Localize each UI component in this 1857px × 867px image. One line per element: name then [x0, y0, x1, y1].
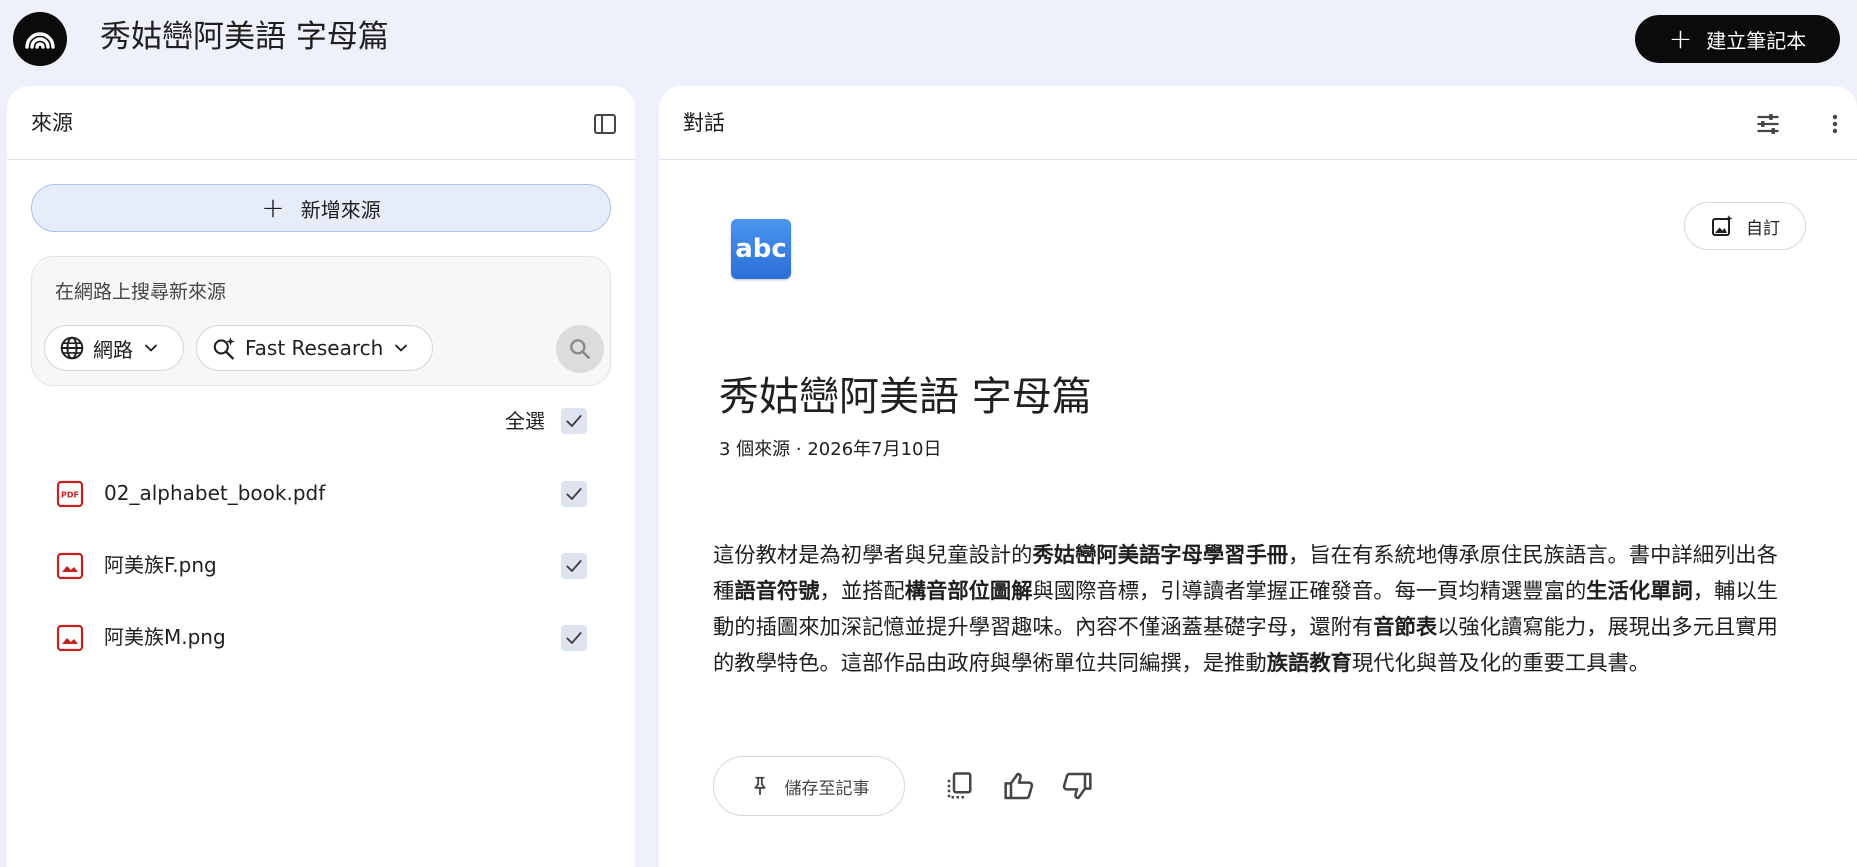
search-submit-button[interactable] — [556, 325, 604, 373]
chat-notebook-title: 秀姑巒阿美語 字母篇 — [719, 374, 1092, 420]
image-file-icon — [56, 624, 84, 656]
research-chip-label: Fast Research — [245, 336, 384, 360]
search-icon — [570, 339, 590, 359]
notebook-meta: 3 個來源 · 2026年7月10日 — [719, 439, 942, 460]
copy-icon[interactable] — [939, 766, 979, 806]
chat-panel: 對話 abc 自訂 秀姑巒阿美語 字母篇 3 個來源 · 2026年7月10日 … — [659, 86, 1857, 867]
check-icon — [566, 632, 582, 644]
summary-highlight: 音節表 — [1373, 615, 1438, 640]
search-input[interactable]: 在網路上搜尋新來源 — [55, 277, 226, 304]
save-to-note-button[interactable]: 儲存至記事 — [713, 756, 905, 816]
customize-label: 自訂 — [1746, 218, 1780, 239]
summary-highlight: 生活化單詞 — [1586, 579, 1693, 604]
summary-highlight: 族語教育 — [1266, 651, 1352, 676]
source-checkbox[interactable] — [561, 625, 587, 651]
svg-text:PDF: PDF — [61, 491, 79, 500]
chat-panel-header: 對話 — [659, 86, 1857, 160]
sources-panel-header: 來源 — [7, 86, 635, 160]
summary-text: 與國際音標，引導讀者掌握正確發音。每一頁均精選豐富的 — [1032, 579, 1587, 604]
logo-arcs-icon — [25, 32, 55, 49]
image-sparkle-icon — [1712, 215, 1733, 236]
plus-icon: + — [261, 191, 285, 224]
add-source-label: 新增來源 — [300, 197, 381, 222]
more-options-icon[interactable] — [1823, 108, 1847, 140]
source-item-1[interactable]: 阿美族F.png — [7, 536, 635, 596]
check-icon — [566, 488, 582, 500]
sources-panel-title: 來源 — [31, 111, 73, 135]
check-icon — [566, 415, 582, 427]
web-source-dropdown[interactable]: 網路 — [44, 325, 184, 371]
chevron-down-icon — [145, 344, 157, 352]
select-all-checkbox[interactable] — [561, 408, 587, 434]
notebook-title[interactable]: 秀姑巒阿美語 字母篇 — [100, 17, 389, 57]
collapse-panel-icon[interactable] — [592, 111, 618, 137]
source-name: 阿美族M.png — [104, 625, 226, 649]
chevron-down-icon — [395, 344, 408, 352]
summary-highlight: 語音符號 — [734, 579, 820, 604]
create-notebook-button[interactable]: + 建立筆記本 — [1635, 15, 1840, 63]
plus-icon: + — [1668, 22, 1693, 55]
summary-highlight: 秀姑巒阿美語字母學習手冊 — [1032, 543, 1289, 568]
globe-icon — [60, 336, 84, 360]
source-item-0[interactable]: PDF 02_alphabet_book.pdf — [7, 464, 635, 524]
create-notebook-label: 建立筆記本 — [1706, 28, 1807, 53]
pin-icon — [754, 776, 765, 796]
summary-text: 現代化與普及化的重要工具書。 — [1351, 651, 1651, 676]
sources-panel: 來源 + 新增來源 在網路上搜尋新來源 網路 Fast Research 全選 … — [7, 86, 635, 867]
tune-settings-icon[interactable] — [1752, 108, 1784, 140]
source-name: 02_alphabet_book.pdf — [104, 481, 326, 505]
research-mode-dropdown[interactable]: Fast Research — [196, 325, 433, 371]
source-checkbox[interactable] — [561, 481, 587, 507]
source-item-2[interactable]: 阿美族M.png — [7, 608, 635, 668]
source-checkbox[interactable] — [561, 553, 587, 579]
web-chip-label: 網路 — [93, 337, 133, 362]
summary-text: ，並搭配 — [819, 579, 905, 604]
check-icon — [566, 560, 582, 572]
web-search-box: 在網路上搜尋新來源 網路 Fast Research — [31, 256, 611, 386]
save-note-label: 儲存至記事 — [784, 778, 870, 799]
sparkle-search-icon — [213, 337, 235, 360]
summary-highlight: 構音部位圖解 — [904, 579, 1033, 604]
notebook-summary: 這份教材是為初學者與兒童設計的秀姑巒阿美語字母學習手冊，旨在有系統地傳承原住民族… — [713, 538, 1793, 682]
thumbs-up-icon[interactable] — [999, 766, 1039, 806]
notebook-emoji-icon: abc — [731, 219, 791, 279]
thumbs-down-icon[interactable] — [1057, 766, 1097, 806]
pdf-file-icon: PDF — [56, 480, 84, 512]
add-source-button[interactable]: + 新增來源 — [31, 184, 611, 232]
customize-button[interactable]: 自訂 — [1684, 202, 1806, 250]
summary-text: 這份教材是為初學者與兒童設計的 — [713, 543, 1033, 568]
notebook-logo-icon[interactable] — [13, 12, 67, 66]
select-all-label: 全選 — [505, 409, 545, 433]
chat-panel-title: 對話 — [683, 111, 725, 135]
image-file-icon — [56, 552, 84, 584]
source-name: 阿美族F.png — [104, 553, 217, 577]
